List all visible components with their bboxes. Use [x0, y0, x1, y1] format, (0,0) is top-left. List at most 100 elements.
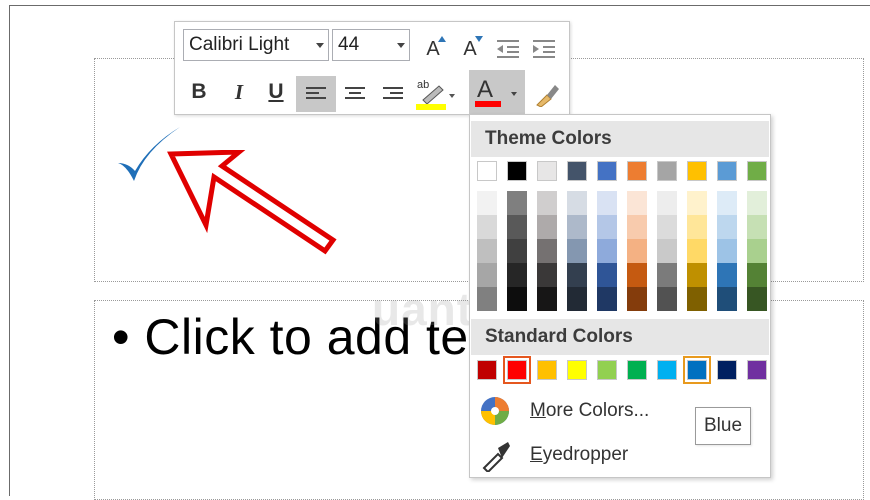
theme-shade-swatch[interactable] — [747, 287, 767, 311]
grow-font-button[interactable]: A — [420, 36, 446, 62]
theme-color-swatch[interactable] — [657, 161, 677, 181]
theme-colors-header: Theme Colors — [471, 121, 769, 157]
theme-shade-swatch[interactable] — [627, 191, 647, 215]
theme-shade-swatch[interactable] — [507, 287, 527, 311]
format-painter-icon — [536, 85, 559, 107]
increase-indent-icon — [533, 40, 555, 58]
font-name-combobox[interactable]: Calibri Light — [183, 29, 329, 61]
standard-color-swatch[interactable] — [627, 360, 647, 380]
theme-color-swatch[interactable] — [537, 161, 557, 181]
font-name-value: Calibri Light — [189, 34, 290, 55]
theme-shade-swatch[interactable] — [597, 215, 617, 239]
theme-shade-swatch[interactable] — [687, 239, 707, 263]
theme-shade-swatch[interactable] — [477, 263, 497, 287]
standard-color-swatch[interactable] — [683, 356, 711, 384]
theme-shade-swatch[interactable] — [717, 263, 737, 287]
chevron-down-icon[interactable] — [316, 43, 324, 48]
align-right-button[interactable] — [375, 76, 411, 112]
align-center-icon — [345, 87, 365, 99]
theme-color-swatch[interactable] — [597, 161, 617, 181]
theme-shade-swatch[interactable] — [687, 215, 707, 239]
theme-shade-swatch[interactable] — [717, 287, 737, 311]
theme-shade-swatch[interactable] — [567, 239, 587, 263]
theme-shade-swatch[interactable] — [717, 215, 737, 239]
theme-shade-swatch[interactable] — [747, 191, 767, 215]
theme-shade-swatch[interactable] — [627, 287, 647, 311]
theme-color-swatch[interactable] — [717, 161, 737, 181]
theme-shade-swatch[interactable] — [477, 191, 497, 215]
theme-shade-swatch[interactable] — [597, 191, 617, 215]
theme-shade-swatch[interactable] — [687, 191, 707, 215]
theme-shade-swatch[interactable] — [747, 239, 767, 263]
shrink-font-button[interactable]: A — [457, 36, 483, 62]
theme-shade-swatch[interactable] — [657, 215, 677, 239]
theme-color-swatch[interactable] — [507, 161, 527, 181]
font-color-button[interactable]: A — [469, 70, 525, 114]
more-colors-label: More Colors... — [530, 400, 650, 421]
theme-shade-swatch[interactable] — [717, 191, 737, 215]
theme-color-swatch[interactable] — [477, 161, 497, 181]
theme-shade-swatch[interactable] — [687, 287, 707, 311]
standard-colors-header: Standard Colors — [471, 319, 769, 355]
theme-shade-swatch[interactable] — [597, 263, 617, 287]
theme-shade-swatch[interactable] — [537, 239, 557, 263]
theme-color-swatch[interactable] — [567, 161, 587, 181]
font-size-value: 44 — [338, 34, 360, 55]
theme-shade-swatch[interactable] — [537, 263, 557, 287]
theme-color-swatch[interactable] — [627, 161, 647, 181]
theme-color-swatch[interactable] — [687, 161, 707, 181]
eyedropper-label: Eyedropper — [530, 444, 629, 465]
standard-color-swatch[interactable] — [657, 360, 677, 380]
theme-shade-swatch[interactable] — [507, 239, 527, 263]
theme-shade-swatch[interactable] — [537, 191, 557, 215]
color-tooltip: Blue — [695, 407, 751, 445]
theme-shade-swatch[interactable] — [657, 287, 677, 311]
theme-shade-swatch[interactable] — [627, 263, 647, 287]
theme-shade-swatch[interactable] — [507, 263, 527, 287]
standard-color-swatch[interactable] — [503, 356, 531, 384]
theme-shade-swatch[interactable] — [627, 239, 647, 263]
theme-shade-swatch[interactable] — [657, 191, 677, 215]
theme-shade-swatch[interactable] — [567, 287, 587, 311]
theme-color-swatch[interactable] — [747, 161, 767, 181]
theme-shade-swatch[interactable] — [747, 263, 767, 287]
theme-shade-swatch[interactable] — [627, 215, 647, 239]
italic-button[interactable]: I — [227, 77, 251, 107]
theme-shade-swatch[interactable] — [477, 239, 497, 263]
theme-shade-swatch[interactable] — [477, 287, 497, 311]
decrease-indent-button[interactable] — [493, 36, 523, 62]
standard-color-swatch[interactable] — [537, 360, 557, 380]
standard-color-swatch[interactable] — [477, 360, 497, 380]
theme-shade-swatch[interactable] — [717, 239, 737, 263]
standard-color-swatch[interactable] — [717, 360, 737, 380]
standard-color-swatch[interactable] — [597, 360, 617, 380]
theme-shade-swatch[interactable] — [537, 287, 557, 311]
standard-color-swatch[interactable] — [747, 360, 767, 380]
format-painter-button[interactable] — [529, 76, 565, 112]
bold-button[interactable]: B — [187, 77, 211, 107]
align-left-button[interactable] — [296, 76, 336, 112]
theme-shade-swatch[interactable] — [537, 215, 557, 239]
highlight-button[interactable]: ab — [413, 74, 457, 112]
theme-shade-swatch[interactable] — [597, 239, 617, 263]
font-size-combobox[interactable]: 44 — [332, 29, 410, 61]
align-center-button[interactable] — [337, 76, 373, 112]
theme-shade-swatch[interactable] — [687, 263, 707, 287]
increase-indent-button[interactable] — [529, 36, 559, 62]
theme-shade-swatch[interactable] — [507, 191, 527, 215]
align-right-icon — [383, 87, 403, 99]
theme-shade-swatch[interactable] — [567, 191, 587, 215]
theme-shade-swatch[interactable] — [507, 215, 527, 239]
theme-shade-swatch[interactable] — [567, 263, 587, 287]
theme-shade-swatch[interactable] — [477, 215, 497, 239]
underline-button[interactable]: U — [264, 77, 288, 107]
mini-toolbar: Calibri Light 44 A A B I U ab A — [174, 21, 570, 115]
theme-shade-swatch[interactable] — [567, 215, 587, 239]
theme-shade-swatch[interactable] — [597, 287, 617, 311]
theme-shade-swatch[interactable] — [747, 215, 767, 239]
standard-color-swatch[interactable] — [567, 360, 587, 380]
theme-shade-swatch[interactable] — [657, 263, 677, 287]
chevron-down-icon[interactable] — [397, 43, 405, 48]
bullet-char: • — [112, 309, 131, 365]
theme-shade-swatch[interactable] — [657, 239, 677, 263]
